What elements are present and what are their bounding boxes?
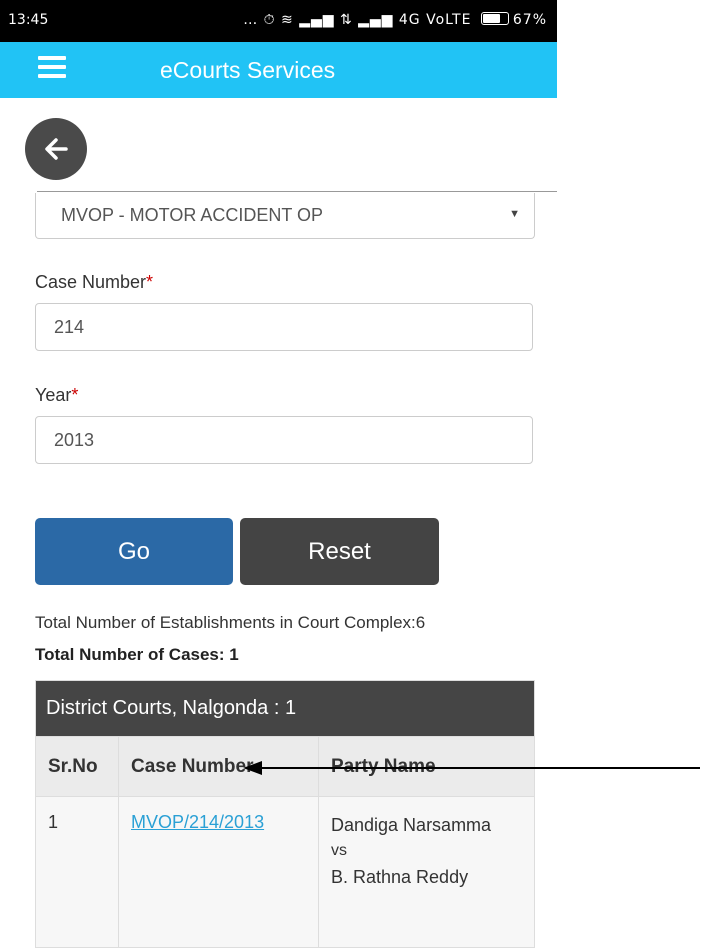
annotation-arrow [243,761,700,775]
